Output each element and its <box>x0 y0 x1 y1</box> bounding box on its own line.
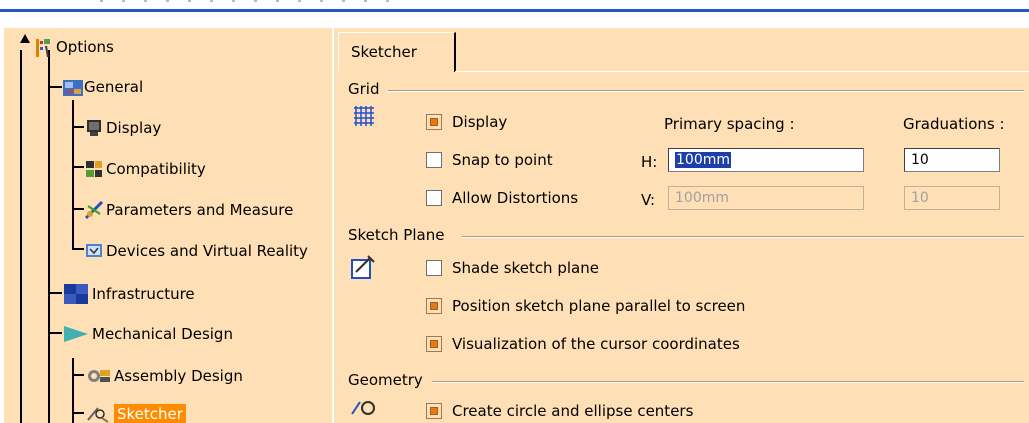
position-sketch-plane-checkbox[interactable]: Position sketch plane parallel to screen <box>426 297 745 315</box>
mechanical-design-icon <box>62 324 90 344</box>
window-title-strip <box>0 0 1029 12</box>
checkbox-box[interactable] <box>426 336 442 352</box>
tree-item-label: Devices and Virtual Reality <box>106 242 308 260</box>
position-sketch-plane-label: Position sketch plane parallel to screen <box>452 297 746 315</box>
snap-to-point-label: Snap to point <box>452 151 553 169</box>
devices-icon <box>84 241 104 261</box>
circle-ellipse-centers-label: Create circle and ellipse centers <box>452 402 694 420</box>
h-label: H: <box>641 153 658 171</box>
tree-item-infrastructure[interactable]: Infrastructure <box>62 281 195 307</box>
sketcher-options-panel: Sketcher Grid Display Snap to point Allo… <box>334 28 1029 423</box>
tree-item-label: Options <box>56 38 114 56</box>
section-divider <box>462 236 1024 238</box>
sketcher-icon <box>84 404 112 423</box>
checkbox-box[interactable] <box>426 298 442 314</box>
circle-ellipse-centers-checkbox[interactable]: Create circle and ellipse centers <box>426 402 693 420</box>
h-graduations-input[interactable]: 10 <box>904 148 1000 172</box>
grid-section-title: Grid <box>348 80 380 98</box>
v-spacing-input[interactable]: 100mm <box>668 186 864 210</box>
v-graduations-input[interactable]: 10 <box>904 186 1000 210</box>
graduations-label: Graduations : <box>903 115 1005 133</box>
tree-connector <box>72 412 84 414</box>
grid-icon <box>352 104 376 132</box>
title-strip-decoration <box>100 0 400 2</box>
tree-connector <box>72 166 84 168</box>
tree-item-label: Assembly Design <box>114 367 243 385</box>
tree-item-mechanical-design[interactable]: Mechanical Design <box>62 321 233 347</box>
tab-divider <box>455 71 1029 72</box>
tree-connector <box>48 50 50 423</box>
tree-item-label: Display <box>106 119 162 137</box>
section-divider <box>432 381 1024 383</box>
checkbox-box[interactable] <box>426 190 442 206</box>
sketch-plane-section-title: Sketch Plane <box>348 226 445 244</box>
tree-connector <box>72 208 84 210</box>
v-label: V: <box>641 191 656 209</box>
allow-distortions-checkbox[interactable]: Allow Distortions <box>426 189 578 207</box>
scroll-up-arrow-icon[interactable] <box>20 34 30 43</box>
tree-scrollbar[interactable] <box>20 50 30 423</box>
tree-connector <box>72 100 74 250</box>
general-icon <box>62 77 83 97</box>
tree-item-sketcher[interactable]: Sketcher <box>84 401 186 423</box>
parameters-icon <box>84 200 104 220</box>
allow-distortions-label: Allow Distortions <box>452 189 579 207</box>
shade-sketch-plane-label: Shade sketch plane <box>452 259 599 277</box>
tree-connector <box>48 86 62 88</box>
tree-connector <box>48 292 62 294</box>
tree-connector <box>72 126 84 128</box>
tree-connector <box>72 248 84 250</box>
tab-sketcher[interactable]: Sketcher <box>338 32 456 72</box>
checkbox-box[interactable] <box>426 114 442 130</box>
tree-connector <box>48 332 62 334</box>
h-spacing-value: 100mm <box>675 152 731 168</box>
cursor-coordinates-checkbox[interactable]: Visualization of the cursor coordinates <box>426 335 740 353</box>
tree-item-devices[interactable]: Devices and Virtual Reality <box>84 238 308 264</box>
display-label: Display <box>452 113 508 131</box>
display-checkbox[interactable]: Display <box>426 113 507 131</box>
tree-item-label: Mechanical Design <box>92 325 233 343</box>
infrastructure-icon <box>62 282 90 306</box>
h-spacing-input[interactable]: 100mm <box>668 148 864 172</box>
checkbox-box[interactable] <box>426 152 442 168</box>
section-divider <box>388 90 1024 92</box>
options-icon <box>34 37 54 58</box>
shade-sketch-plane-checkbox[interactable]: Shade sketch plane <box>426 259 599 277</box>
assembly-icon <box>84 366 112 386</box>
snap-to-point-checkbox[interactable]: Snap to point <box>426 151 553 169</box>
tree-item-label: Infrastructure <box>92 285 195 303</box>
tree-item-parameters[interactable]: Parameters and Measure <box>84 197 293 223</box>
display-icon <box>84 118 104 138</box>
checkbox-box[interactable] <box>426 403 442 419</box>
tree-item-assembly-design[interactable]: Assembly Design <box>84 363 243 389</box>
tree-item-display[interactable]: Display <box>84 115 161 141</box>
tree-connector <box>72 374 84 376</box>
geometry-section-title: Geometry <box>348 371 423 389</box>
tree-item-label: Compatibility <box>106 160 206 178</box>
cursor-coordinates-label: Visualization of the cursor coordinates <box>452 335 740 353</box>
options-tree[interactable]: Options General Display Compatibility Pa… <box>4 28 332 423</box>
primary-spacing-label: Primary spacing : <box>664 115 795 133</box>
tree-item-label: General <box>84 78 144 96</box>
tree-item-label: Parameters and Measure <box>106 201 294 219</box>
checkbox-box[interactable] <box>426 260 442 276</box>
circle-centers-icon <box>350 396 376 422</box>
sketch-plane-icon <box>350 254 376 284</box>
compatibility-icon <box>84 159 104 179</box>
tree-item-label-selected: Sketcher <box>114 404 186 423</box>
tree-item-compatibility[interactable]: Compatibility <box>84 156 206 182</box>
tree-item-options[interactable]: Options <box>34 34 114 60</box>
tree-item-general[interactable]: General <box>62 74 143 100</box>
